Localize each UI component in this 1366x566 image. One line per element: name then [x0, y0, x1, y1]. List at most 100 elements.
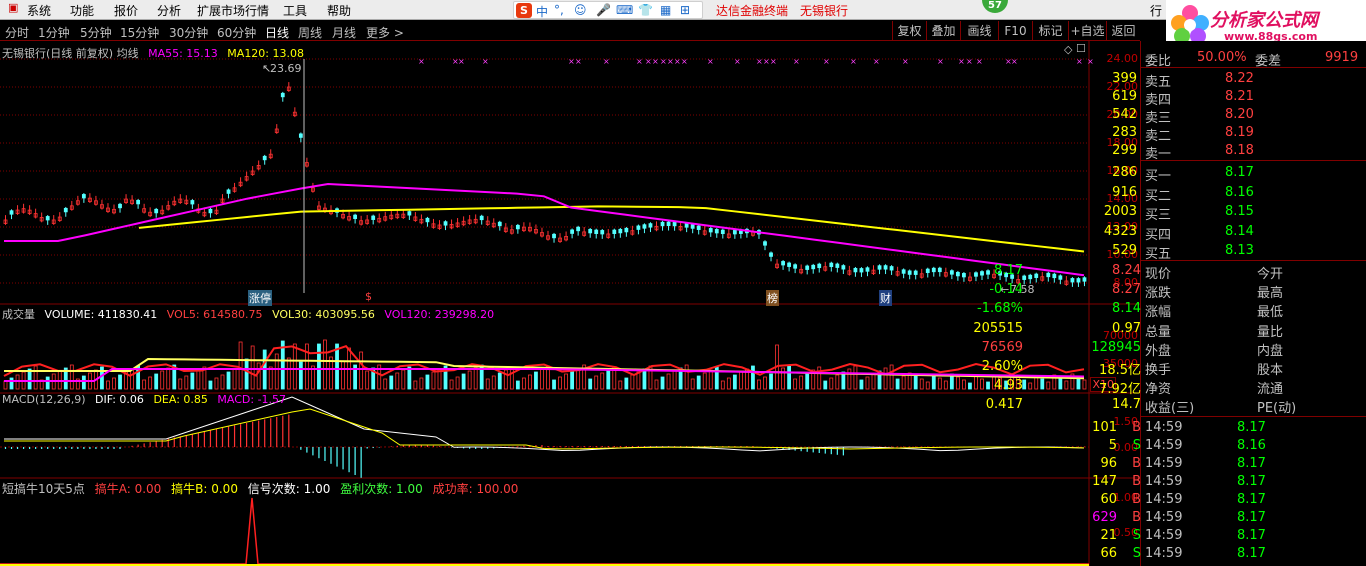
mark-button[interactable]: 标记: [1032, 21, 1068, 41]
stat-value: 8.27: [1112, 282, 1141, 298]
price-title: 无锡银行(日线 前复权) 均线: [2, 47, 139, 60]
window-icon[interactable]: ☐: [1076, 42, 1086, 55]
adjust-button[interactable]: 复权: [892, 21, 926, 41]
period-tick[interactable]: 分时: [5, 24, 29, 41]
period-60min[interactable]: 60分钟: [217, 24, 256, 41]
menu-ext-market[interactable]: 扩展市场行情: [197, 2, 269, 19]
stat-value: 205515: [973, 320, 1023, 336]
volume-bar: [781, 367, 785, 390]
volume-bar: [787, 364, 792, 390]
ask-price: 8.18: [1225, 143, 1254, 158]
volume-bar: [901, 375, 906, 390]
volume-bar: [871, 373, 876, 390]
dollar-tag[interactable]: $: [365, 290, 372, 303]
indicator-title: 短搞牛10天5点: [2, 482, 85, 496]
period-15min[interactable]: 15分钟: [120, 24, 159, 41]
back-button[interactable]: 返回: [1106, 21, 1140, 41]
candle-body: [859, 268, 864, 273]
overlay-button[interactable]: 叠加: [926, 21, 960, 41]
volume-bar: [449, 379, 454, 390]
menu-function[interactable]: 功能: [70, 2, 94, 19]
volume-bar: [889, 364, 894, 390]
tick-volume: 66: [1100, 546, 1117, 561]
period-5min[interactable]: 5分钟: [80, 24, 112, 41]
grid-icon[interactable]: ⊞: [680, 3, 690, 17]
finance-tag[interactable]: 财: [879, 290, 892, 306]
volume-bar: [491, 375, 496, 390]
toolbox-icon[interactable]: ▦: [660, 3, 671, 17]
ime-lang-label[interactable]: 中: [536, 3, 548, 20]
punct-icon[interactable]: °,: [554, 3, 564, 17]
volume-bar: [317, 343, 321, 390]
menu-tools[interactable]: 工具: [283, 2, 307, 19]
candle-body: [1076, 278, 1081, 283]
stat-value: 128945: [1091, 339, 1141, 355]
notification-badge[interactable]: 57: [982, 0, 1008, 13]
keyboard-icon[interactable]: ⌨: [616, 3, 633, 17]
volume-bar: [986, 381, 990, 390]
rank-tag[interactable]: 榜: [766, 290, 779, 306]
menu-quote[interactable]: 报价: [114, 2, 138, 19]
volume-bar: [214, 377, 219, 390]
limit-up-tag[interactable]: 涨停: [248, 290, 272, 306]
volume-bar: [672, 370, 677, 390]
candle-body: [190, 200, 195, 205]
candle-body: [407, 211, 412, 216]
menu-help[interactable]: 帮助: [327, 2, 351, 19]
candle-body: [720, 229, 725, 235]
volume-bar: [142, 379, 147, 390]
tick-price: 8.17: [1237, 456, 1266, 471]
ask-volume: 399: [1112, 71, 1137, 86]
volume-bar: [751, 365, 755, 390]
candle-body: [9, 210, 14, 215]
stat-label: 现价: [1145, 267, 1172, 282]
volume-bar: [763, 376, 767, 390]
app-icon[interactable]: ▣: [8, 1, 18, 14]
volume-bar: [702, 372, 707, 390]
period-monthly[interactable]: 月线: [332, 24, 356, 41]
bid-level-label: 买四: [1145, 227, 1172, 243]
menu-analysis[interactable]: 分析: [157, 2, 181, 19]
expand-icon[interactable]: ◇: [1064, 43, 1072, 56]
tick-volume: 21: [1100, 528, 1117, 543]
emoji-icon[interactable]: ☺: [574, 3, 587, 17]
macd-title: MACD(12,26,9): [2, 393, 86, 406]
period-more[interactable]: 更多 >: [366, 24, 404, 41]
stock-title: 无锡银行: [800, 4, 849, 18]
ma55-line: [4, 183, 1085, 277]
event-marker: ×: [568, 57, 575, 66]
period-1min[interactable]: 1分钟: [38, 24, 70, 41]
period-30min[interactable]: 30分钟: [169, 24, 208, 41]
candle-body: [865, 267, 870, 272]
add-favorite-button[interactable]: +自选: [1068, 21, 1106, 41]
volume-bar: [3, 380, 8, 390]
candle-body: [974, 272, 978, 277]
mic-icon[interactable]: 🎤: [596, 3, 611, 17]
candle-body: [81, 194, 86, 199]
event-marker: ×: [674, 57, 681, 66]
volume-bar: [431, 371, 436, 390]
volume-bar: [913, 375, 918, 390]
volume-bar: [220, 374, 225, 390]
stat-label: 最高: [1257, 286, 1284, 302]
period-weekly[interactable]: 周线: [298, 24, 322, 41]
event-marker: ×: [636, 57, 643, 66]
draw-button[interactable]: 画线: [960, 21, 998, 41]
ask-level-label: 卖二: [1145, 129, 1172, 144]
ime-toolbar[interactable]: S 中 °, ☺ 🎤 ⌨ 👕 ▦ ⊞: [513, 1, 703, 19]
ask-volume: 299: [1112, 143, 1137, 158]
candle-body: [570, 229, 575, 234]
sogou-icon[interactable]: S: [516, 3, 532, 18]
stat-label: 量比: [1257, 324, 1284, 340]
event-marker: ×: [770, 57, 777, 66]
f10-button[interactable]: F10: [998, 21, 1032, 41]
skin-icon[interactable]: 👕: [638, 3, 653, 17]
bid-ratio-value: 50.00%: [1197, 50, 1247, 65]
event-marker: ×: [652, 57, 659, 66]
tick-time: 14:59: [1145, 528, 1183, 543]
menu-system[interactable]: 系统: [27, 2, 51, 19]
period-daily[interactable]: 日线: [265, 24, 289, 41]
volume-bar: [931, 374, 936, 390]
candle-body: [690, 224, 695, 229]
volume-bar: [829, 377, 834, 390]
